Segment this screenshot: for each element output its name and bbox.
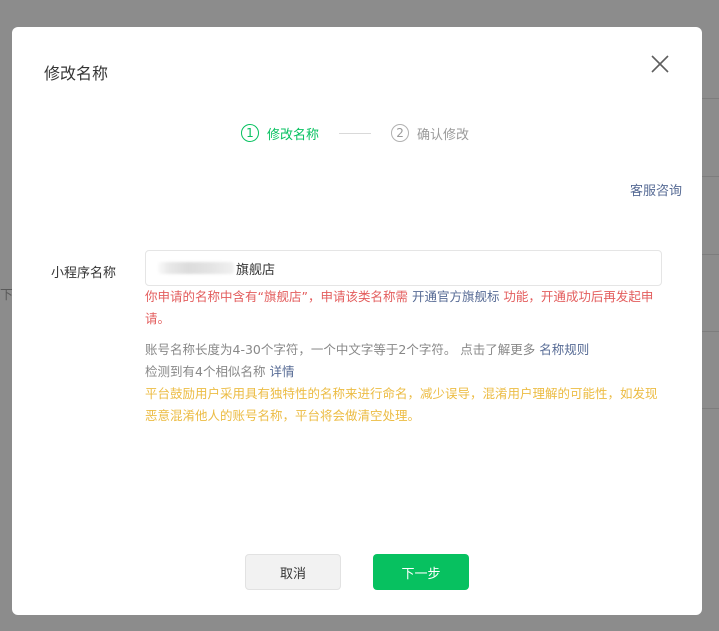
step-1-label: 修改名称 xyxy=(267,127,320,143)
flagship-mark-link[interactable]: 开通官方旗舰标 xyxy=(412,289,500,304)
close-icon[interactable] xyxy=(648,52,672,76)
next-step-button[interactable]: 下一步 xyxy=(373,554,469,590)
name-rules-info: 账号名称长度为4-30个字符，一个中文字等于2个字符。 点击了解更多 名称规则 … xyxy=(145,339,665,383)
length-rule-line: 账号名称长度为4-30个字符，一个中文字等于2个字符。 点击了解更多 名称规则 xyxy=(145,342,590,357)
redacted-text xyxy=(158,262,234,274)
step-2-number: 2 xyxy=(391,124,410,142)
background-divider xyxy=(701,254,719,255)
background-divider xyxy=(701,331,719,332)
background-divider xyxy=(701,408,719,409)
cancel-button[interactable]: 取消 xyxy=(245,554,341,590)
background-divider xyxy=(701,98,719,99)
name-input-value: 旗舰店 xyxy=(236,262,276,278)
rename-dialog: 修改名称 1 修改名称 2 确认修改 客服咨询 小程序名称 旗舰店 你申请的名称… xyxy=(12,27,702,615)
dialog-title: 修改名称 xyxy=(44,64,109,83)
background-divider xyxy=(701,176,719,177)
platform-warning: 平台鼓励用户采用具有独特性的名称来进行命名，减少误导，混淆用户理解的可能性，如发… xyxy=(145,386,658,423)
step-1-number: 1 xyxy=(241,124,259,142)
step-2-label: 确认修改 xyxy=(417,127,470,143)
step-2: 2 确认修改 xyxy=(391,124,469,143)
mini-program-name-label: 小程序名称 xyxy=(51,266,117,281)
step-separator xyxy=(339,132,372,134)
similar-names-detail-link[interactable]: 详情 xyxy=(269,364,294,379)
error-message: 你申请的名称中含有“旗舰店”，申请该类名称需 开通官方旗舰标 功能，开通成功后再… xyxy=(145,289,654,326)
mini-program-name-input[interactable]: 旗舰店 xyxy=(145,250,662,286)
step-indicator: 1 修改名称 2 确认修改 xyxy=(241,123,469,143)
customer-service-link[interactable]: 客服咨询 xyxy=(630,180,682,199)
name-rules-link[interactable]: 名称规则 xyxy=(539,342,589,357)
similar-names-line: 检测到有4个相似名称 详情 xyxy=(145,364,295,379)
step-1: 1 修改名称 xyxy=(241,124,319,143)
